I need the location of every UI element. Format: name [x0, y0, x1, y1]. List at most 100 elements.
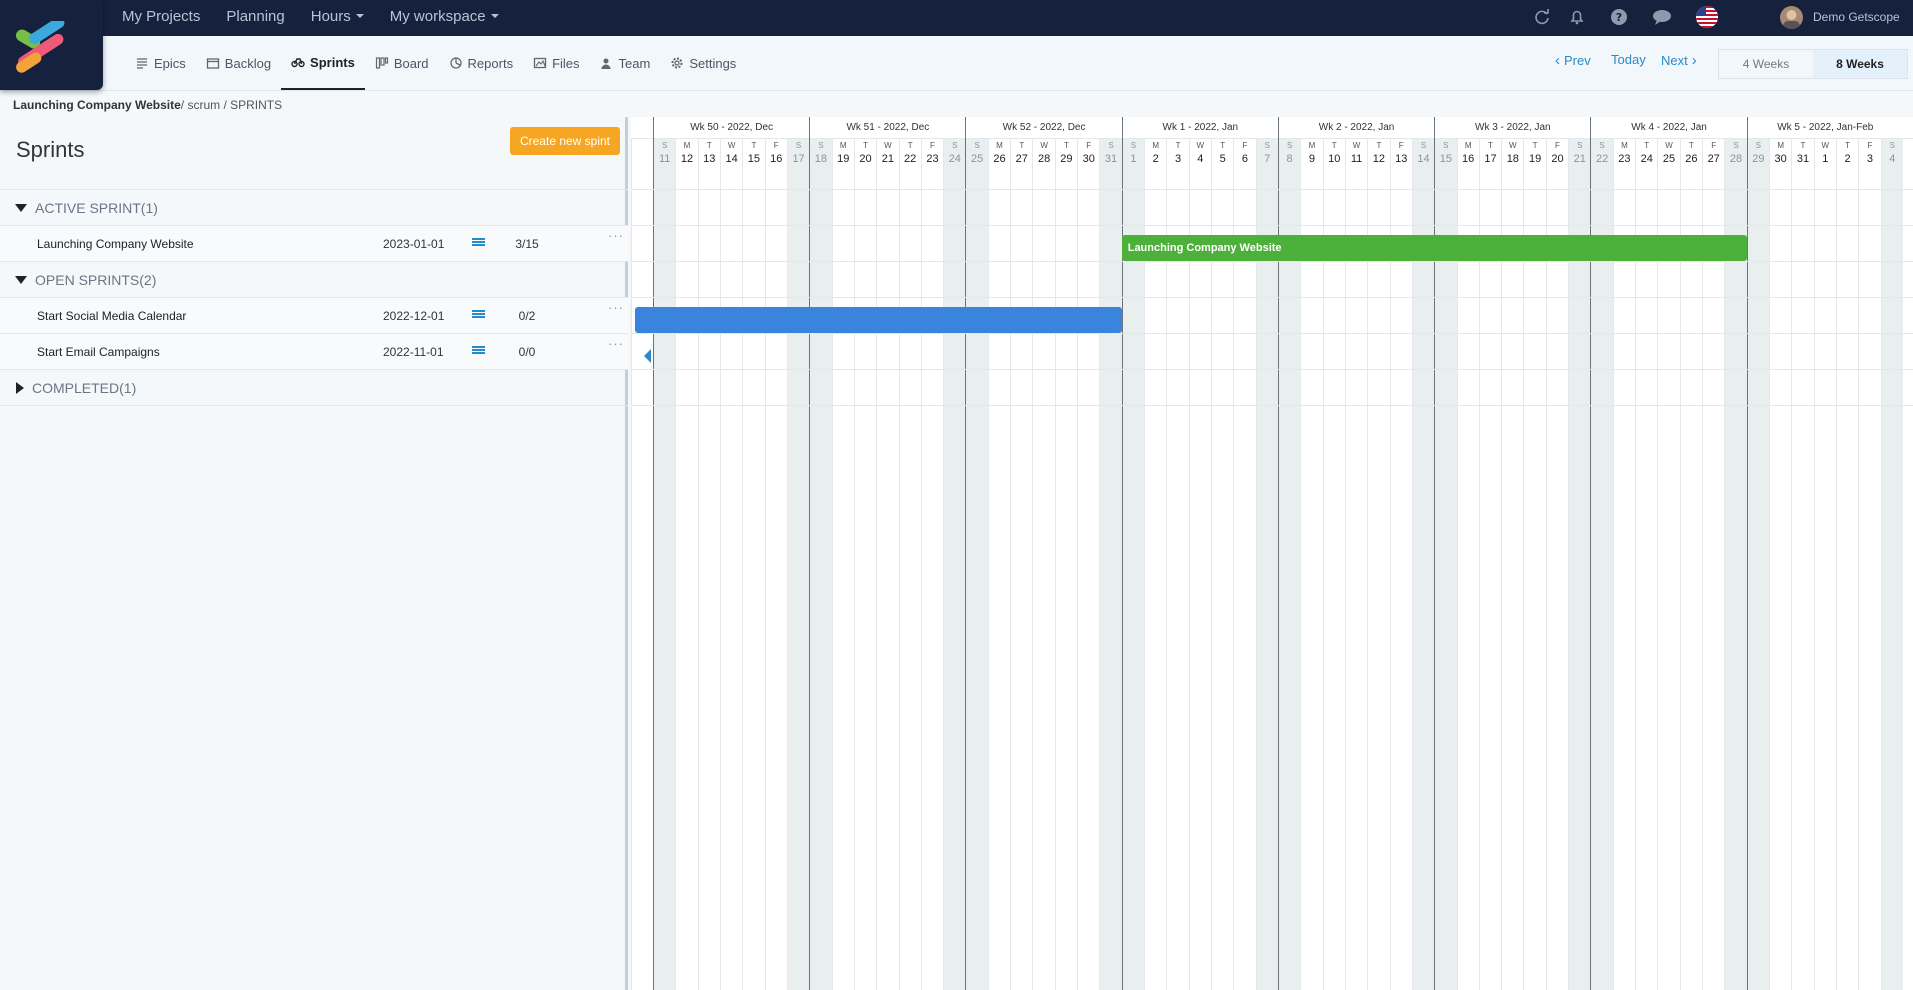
- svg-text:?: ?: [1616, 11, 1622, 24]
- tab-board[interactable]: Board: [365, 36, 439, 90]
- day-number: 16: [770, 153, 783, 165]
- help-icon[interactable]: ?: [1610, 8, 1628, 26]
- day-number: 12: [680, 153, 694, 165]
- sprint-bar[interactable]: Launching Company Website: [1121, 235, 1747, 261]
- day-column: M2: [1144, 139, 1166, 990]
- today-button[interactable]: Today: [1611, 52, 1646, 67]
- day-column: S 29: [1746, 139, 1769, 990]
- user-menu[interactable]: Demo Getscope: [1813, 10, 1900, 24]
- day-column: S1: [1121, 139, 1145, 990]
- tab-settings[interactable]: Settings: [660, 36, 746, 90]
- day-number: 6: [1241, 153, 1249, 165]
- weekday-label: T: [863, 141, 868, 150]
- more-options-icon[interactable]: ···: [608, 300, 624, 315]
- day-column: T 31: [1791, 139, 1813, 990]
- refresh-icon[interactable]: [1533, 8, 1551, 26]
- weekday-label: M: [683, 141, 691, 150]
- tab-team[interactable]: Team: [590, 36, 661, 90]
- day-column: T 15: [742, 139, 764, 990]
- day-column: W 11: [1344, 139, 1367, 990]
- day-number: 11: [658, 153, 671, 165]
- prev-button[interactable]: ‹ Prev: [1555, 52, 1591, 69]
- breadcrumb-project-link[interactable]: Launching Company Website: [13, 98, 181, 112]
- day-number: 4: [1889, 153, 1896, 165]
- tab-backlog[interactable]: Backlog: [196, 36, 281, 90]
- create-sprint-button[interactable]: Create new spint: [510, 127, 620, 155]
- bell-icon[interactable]: [1568, 8, 1586, 26]
- chat-icon[interactable]: [1652, 9, 1672, 26]
- more-options-icon[interactable]: ···: [608, 228, 624, 243]
- app-logo[interactable]: [0, 0, 103, 90]
- day-column: T 19: [1523, 139, 1545, 990]
- next-button[interactable]: Next ›: [1661, 52, 1697, 69]
- group-completed[interactable]: COMPLETED(1): [0, 369, 628, 405]
- day-column: M 16: [1456, 139, 1479, 990]
- weekday-label: S: [1755, 141, 1761, 150]
- day-column: S8: [1277, 139, 1301, 990]
- menu-my-workspace[interactable]: My workspace: [390, 8, 499, 25]
- weekday-label: F: [1242, 141, 1248, 150]
- day-number: 19: [837, 153, 850, 165]
- day-number: 28: [1037, 153, 1051, 165]
- weekday-label: S: [818, 141, 824, 150]
- sprint-row[interactable]: Start Social Media Calendar 2022-12-01 0…: [0, 297, 628, 333]
- avatar[interactable]: [1780, 6, 1803, 29]
- caret-down-icon: [15, 203, 27, 212]
- tab-reports[interactable]: Reports: [439, 36, 524, 90]
- weekday-label: S: [1130, 141, 1137, 150]
- sprint-row[interactable]: Launching Company Website 2023-01-01 3/1…: [0, 225, 628, 261]
- eight-weeks-button[interactable]: 8 Weeks: [1813, 50, 1907, 78]
- list-icon[interactable]: [472, 310, 485, 321]
- scroll-left-arrow-icon[interactable]: [644, 349, 651, 363]
- weekday-label: M: [839, 141, 847, 150]
- week-header: Wk 50 - 2022, Dec Wk 51 - 2022, Dec Wk 52 …: [631, 117, 1913, 139]
- sprint-bar[interactable]: [635, 307, 1122, 333]
- tab-sprints[interactable]: Sprints: [281, 36, 365, 90]
- week-divider: [809, 117, 811, 990]
- day-number: 11: [1350, 153, 1363, 165]
- main-menu: My Projects Planning Hours My workspace: [122, 0, 525, 32]
- day-number: 25: [971, 153, 984, 165]
- day-column: M9: [1300, 139, 1322, 990]
- list-icon[interactable]: [472, 238, 485, 249]
- caret-down-icon: [355, 14, 364, 18]
- day-number: 29: [1060, 153, 1073, 165]
- week-label: Wk 3 - 2022, Jan: [1434, 117, 1590, 139]
- weekday-label: S: [1264, 141, 1270, 150]
- day-number: 27: [1707, 153, 1720, 165]
- day-number: 18: [814, 153, 828, 165]
- menu-planning[interactable]: Planning: [226, 8, 284, 25]
- week-label: Wk 4 - 2022, Jan: [1590, 117, 1746, 139]
- day-column: [631, 139, 653, 990]
- sprint-timeline: Wk 50 - 2022, Dec Wk 51 - 2022, Dec Wk 52 …: [631, 117, 1913, 990]
- day-number: 26: [993, 153, 1006, 165]
- four-weeks-button[interactable]: 4 Weeks: [1719, 50, 1813, 78]
- day-column: F3: [1858, 139, 1880, 990]
- sprint-row[interactable]: Start Email Campaigns 2022-11-01 0/0 ···: [0, 333, 628, 369]
- day-column: T 27: [1010, 139, 1032, 990]
- day-column: W 25: [1657, 139, 1679, 990]
- week-label: Wk 1 - 2022, Jan: [1121, 117, 1278, 139]
- menu-my-projects[interactable]: My Projects: [122, 8, 200, 25]
- group-active-sprint[interactable]: ACTIVE SPRINT(1): [0, 189, 628, 225]
- day-column: M 19: [831, 139, 854, 990]
- chevron-right-icon: ›: [1691, 52, 1697, 69]
- more-options-icon[interactable]: ···: [608, 336, 624, 351]
- weekday-label: W: [1665, 141, 1673, 150]
- day-column: T2: [1835, 139, 1858, 990]
- day-number: 8: [1286, 153, 1293, 165]
- menu-hours[interactable]: Hours: [311, 8, 364, 25]
- tab-files[interactable]: Files: [523, 36, 589, 90]
- day-column: T3: [1166, 139, 1188, 990]
- us-flag-icon[interactable]: [1696, 6, 1718, 28]
- day-number: 18: [1506, 153, 1519, 165]
- tab-epics[interactable]: Epics: [125, 36, 196, 90]
- day-number: 29: [1752, 153, 1765, 165]
- day-number: 23: [926, 153, 939, 165]
- day-column: S 25: [965, 139, 988, 990]
- group-open-sprints[interactable]: OPEN SPRINTS(2): [0, 261, 628, 297]
- day-number: 5: [1219, 153, 1226, 165]
- row-divider: [631, 405, 1913, 406]
- day-column: W 14: [719, 139, 742, 990]
- list-icon[interactable]: [472, 346, 485, 357]
